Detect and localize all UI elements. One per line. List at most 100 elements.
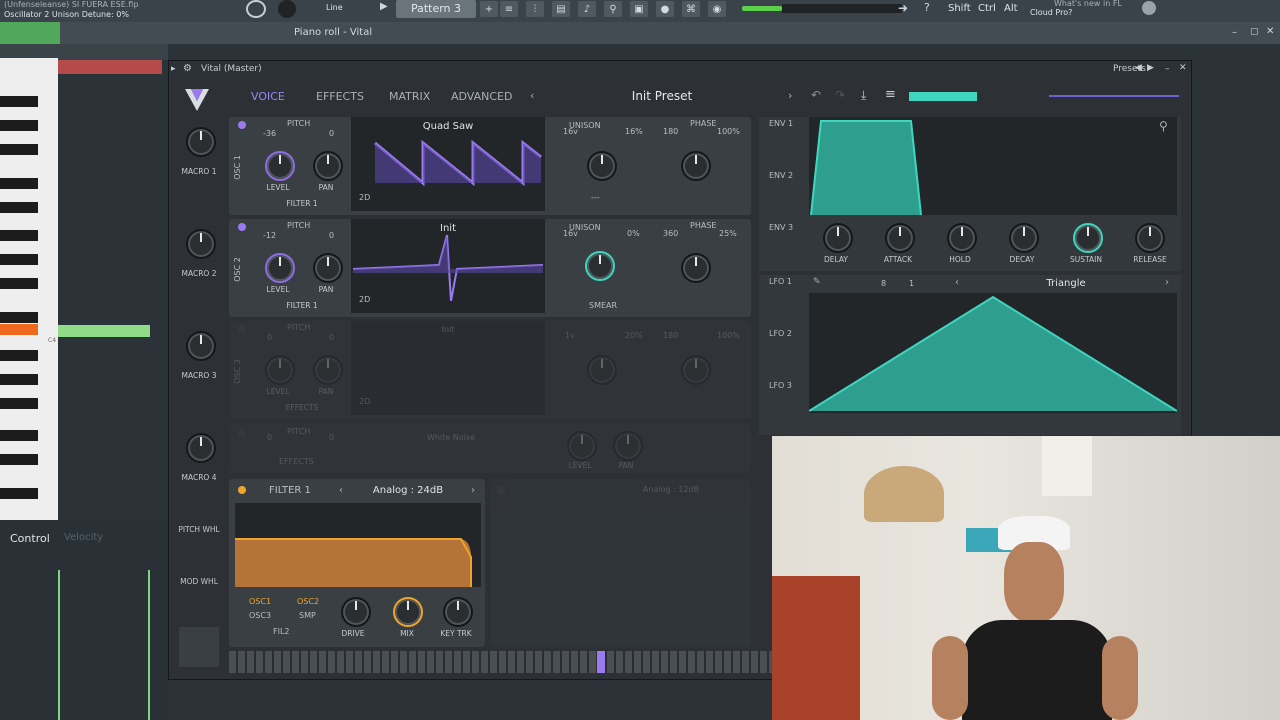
filter1-next-icon[interactable]: › [471,485,475,496]
piano-roll-icon[interactable]: ♪ [578,1,596,17]
env-decay-knob[interactable] [1009,223,1039,253]
preset-name[interactable]: Init Preset [524,89,800,103]
velocity-label[interactable]: Velocity [64,532,103,543]
macro-4-knob[interactable] [186,433,216,463]
velocity-bar[interactable] [148,570,150,720]
control-label[interactable]: Control [10,532,50,545]
osc1-route[interactable]: FILTER 1 [279,199,325,208]
mixer-icon[interactable]: ⫶ [526,1,544,17]
osc2-level-knob[interactable] [265,253,295,283]
osc3-toggle[interactable] [238,325,246,333]
channel-rack-icon[interactable]: ▤ [552,1,570,17]
lfo-rate-den[interactable]: 1 [909,279,914,288]
note-block[interactable] [58,325,150,337]
close-icon[interactable]: ✕ [1266,26,1274,37]
velocity-bar[interactable] [58,570,60,720]
osc3-detune[interactable]: 20% [625,331,643,340]
osc3-voices[interactable]: 1v [565,331,575,340]
osc3-wavetable[interactable]: Init 2D [351,321,545,415]
osc2-phase-knob[interactable] [681,253,711,283]
snap-label[interactable]: Line [326,3,343,12]
save-icon[interactable]: ⤓ [861,88,866,103]
record-icon[interactable]: ◉ [708,1,726,17]
piano-keyboard[interactable] [0,58,58,520]
arrow-right-icon[interactable]: ➜ [898,1,908,15]
osc3-pitch-value[interactable]: 0 [267,333,272,342]
master-volume[interactable] [742,6,782,11]
osc3-phase-knob[interactable] [681,355,711,385]
plugin-icon[interactable]: ▣ [630,1,648,17]
osc1-mode[interactable]: 2D [359,193,370,202]
sample-toggle[interactable] [238,429,246,437]
osc1-detune-knob[interactable] [587,151,617,181]
lfo-rate-num[interactable]: 8 [881,279,886,288]
osc2-fine-value[interactable]: 0 [329,231,334,240]
sample-level-knob[interactable] [567,431,597,461]
filter1-src-osc3[interactable]: OSC3 [249,611,271,620]
env3-tab[interactable]: ENV 3 [769,223,793,232]
tempo-knob[interactable] [246,0,266,18]
lfo-prev-shape-icon[interactable]: ‹ [955,277,959,288]
osc3-wave-name[interactable]: Init [351,325,545,334]
osc3-phase-value[interactable]: 180 [663,331,678,340]
env2-tab[interactable]: ENV 2 [769,171,793,180]
filter1-src-fil2[interactable]: FIL2 [273,627,290,636]
filter1-src-osc2[interactable]: OSC2 [297,597,319,606]
next-preset-icon[interactable]: › [788,89,792,102]
gear-icon[interactable]: ⚙ [183,63,192,74]
osc1-voices[interactable]: 16v [563,127,578,136]
osc1-blend[interactable]: --- [591,193,600,202]
pattern-selector[interactable]: Pattern 3 [396,0,476,18]
macro-2-knob[interactable] [186,229,216,259]
lfo-graph[interactable] [809,293,1177,413]
pencil-icon[interactable]: ✎ [813,277,821,287]
tab-voice[interactable]: VOICE [251,90,285,103]
filter1-src-osc1[interactable]: OSC1 [249,597,271,606]
lfo2-tab[interactable]: LFO 2 [769,329,792,338]
tools-icon[interactable]: ⌘ [682,1,700,17]
news-label[interactable]: What's new in FL [1054,0,1122,8]
filter2-model[interactable]: Analog : 12dB [611,485,731,494]
osc1-phase-knob[interactable] [681,151,711,181]
osc2-voices[interactable]: 16v [563,229,578,238]
osc1-level-knob[interactable] [265,151,295,181]
osc3-pan-knob[interactable] [313,355,343,385]
osc1-toggle[interactable] [238,121,246,129]
osc1-wavetable[interactable]: Quad Saw 2D [351,117,545,211]
vital-keyboard[interactable] [229,651,773,673]
filter1-drive-knob[interactable] [341,597,371,627]
mic-icon[interactable]: ● [656,1,674,17]
osc2-smear[interactable]: SMEAR [589,301,617,310]
master-pitch-knob[interactable] [278,0,296,18]
filter1-keytrk-knob[interactable] [443,597,473,627]
osc2-toggle[interactable] [238,223,246,231]
env-graph[interactable]: ⚲ [809,117,1177,215]
browser-icon[interactable]: ⚲ [604,1,622,17]
menu-icon[interactable]: ≡ [885,87,896,102]
filter1-model[interactable]: Analog : 24dB [353,485,463,496]
lfo-shape-name[interactable]: Triangle [969,278,1163,289]
cloud-label[interactable]: Cloud Pro? [1030,8,1072,17]
sample-name[interactable]: White Noise [357,433,545,442]
macro-1-knob[interactable] [186,127,216,157]
prev-preset-icon[interactable]: ◀ [1135,63,1142,73]
osc2-detune[interactable]: 0% [627,229,640,238]
osc3-detune-knob[interactable] [587,355,617,385]
filter2-toggle[interactable] [497,486,505,494]
osc1-detune[interactable]: 16% [625,127,643,136]
help-icon[interactable]: ? [924,1,930,14]
piano-roll-menu-icon[interactable] [0,22,60,44]
add-pattern-icon[interactable]: + [480,1,498,17]
lfo1-tab[interactable]: LFO 1 [769,277,792,286]
osc2-pitch-value[interactable]: -12 [263,231,276,240]
undo-icon[interactable]: ↶ [811,88,821,102]
env-delay-knob[interactable] [823,223,853,253]
redo-icon[interactable]: ↷ [835,88,845,102]
osc2-mode[interactable]: 2D [359,295,370,304]
minimize-icon[interactable]: – [1165,64,1170,74]
osc1-pitch-value[interactable]: -36 [263,129,276,138]
osc2-phase-value[interactable]: 360 [663,229,678,238]
tab-advanced[interactable]: ADVANCED [451,90,512,103]
lfo-next-shape-icon[interactable]: › [1165,277,1169,288]
osc3-level-knob[interactable] [265,355,295,385]
